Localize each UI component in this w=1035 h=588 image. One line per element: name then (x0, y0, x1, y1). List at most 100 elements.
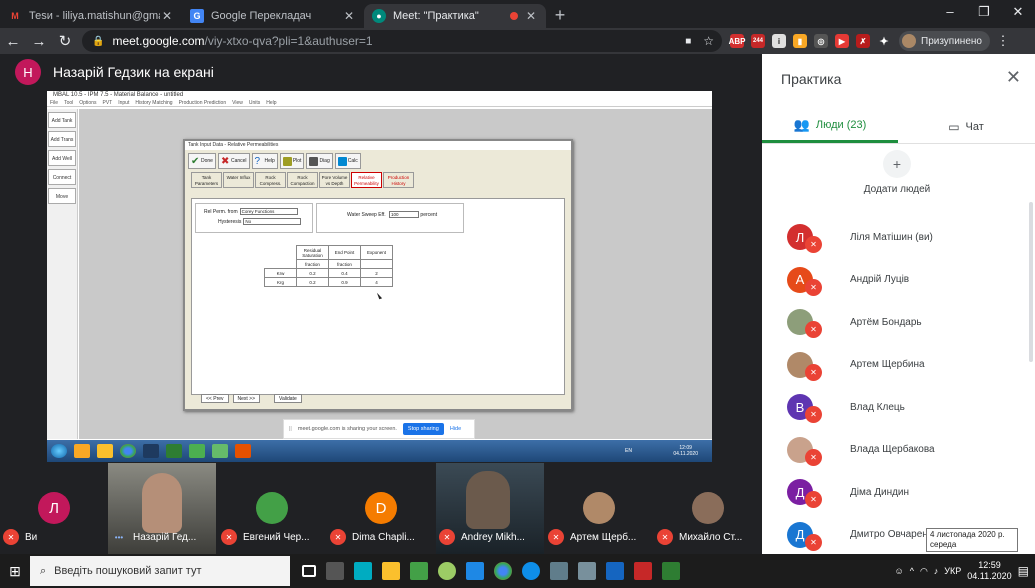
participant-tile[interactable]: ✕ Евгений Чер... (218, 463, 326, 554)
participant-tile[interactable]: D ✕ Dima Chapli... (327, 463, 435, 554)
volume-icon[interactable]: ♪ (934, 566, 939, 576)
tile-name: Евгений Чер... (243, 531, 310, 543)
close-icon[interactable]: ✕ (160, 9, 174, 23)
chrome-icon[interactable] (494, 562, 512, 580)
chevron-up-icon[interactable]: ^ (910, 566, 914, 576)
tile-name: Dima Chapli... (352, 531, 415, 543)
participant-name: Влада Щербакова (850, 444, 935, 456)
tab-pore-volume: Pore Volume vs Depth (319, 172, 350, 188)
cmg-icon[interactable] (354, 562, 372, 580)
close-icon[interactable]: ✕ (524, 9, 538, 23)
wifi-icon[interactable]: ◠ (920, 566, 928, 577)
app-icon[interactable] (466, 562, 484, 580)
plot-icon (282, 156, 292, 166)
mic-off-icon: ✕ (805, 363, 822, 381)
excel-icon[interactable] (662, 562, 680, 580)
tab-chat[interactable]: ▭ Чат (898, 110, 1034, 143)
person-icon[interactable]: ☺ (895, 566, 904, 576)
participant-tiles: Л ✕ Ви ••• Назарій Гед... ✕ Евгений Чер... … (0, 463, 762, 554)
lang-indicator[interactable]: УКР (944, 566, 961, 576)
help-icon: ? (254, 155, 261, 167)
task-view-icon[interactable] (302, 565, 316, 577)
tank-input-dialog: Tank Input Data - Relative Permeabilitie… (183, 139, 573, 411)
extension-badge-icon[interactable]: 244 (751, 34, 765, 48)
scrollbar[interactable] (1029, 202, 1033, 362)
mic-off-icon: ✕ (805, 491, 822, 508)
window-close-button[interactable]: ✕ (1001, 0, 1035, 24)
block-ext-icon[interactable]: ✗ (856, 34, 870, 48)
menu-icon[interactable]: ⋮ (990, 33, 1016, 49)
puzzle-icon[interactable]: ✦ (877, 34, 891, 48)
add-people-button[interactable]: + Додати людей (861, 150, 933, 195)
participant-name: Артем Щербина (850, 359, 925, 371)
new-tab-button[interactable]: + (546, 4, 574, 28)
app-icon[interactable] (438, 562, 456, 580)
tab-label: Чат (965, 120, 984, 133)
participant-tile[interactable]: Л ✕ Ви (0, 463, 108, 554)
calculator-icon[interactable] (326, 562, 344, 580)
close-icon[interactable]: ✕ (342, 9, 356, 23)
list-item[interactable]: А ✕ Андрій Луців (762, 259, 1035, 302)
star-icon[interactable]: ☆ (703, 34, 714, 48)
camera-icon[interactable]: ■ (685, 36, 691, 47)
adblock-icon[interactable]: ABP (729, 34, 745, 48)
chrome-icon (120, 444, 136, 458)
taskbar-clock[interactable]: 12:59 04.11.2020 (967, 560, 1011, 582)
menu-item: PVT (102, 100, 113, 106)
menu-item: Tool (64, 100, 74, 106)
maximize-button[interactable]: ❐ (967, 0, 1001, 24)
close-icon[interactable]: ✕ (1006, 67, 1021, 88)
address-bar[interactable]: 🔒 meet.google.com /viy-xtxo-qva?pli=1&au… (82, 30, 722, 52)
windows-start-icon[interactable]: ⊞ (0, 554, 30, 588)
youtube-ext-icon[interactable]: ▶ (835, 34, 849, 48)
app-icon[interactable] (634, 562, 652, 580)
help-button: ? Help (251, 153, 278, 169)
participant-tile[interactable]: ••• Назарій Гед... (108, 463, 216, 554)
mic-off-icon: ✕ (805, 321, 822, 338)
camera-ext-icon[interactable]: ◎ (814, 34, 828, 48)
folder-icon[interactable] (382, 562, 400, 580)
menu-item: History Matching (135, 100, 173, 106)
add-trans-button: Add Trans (48, 131, 76, 147)
list-item[interactable]: ✕ Влада Щербакова (762, 429, 1035, 472)
button-label: Plot (292, 158, 302, 164)
word-icon[interactable] (606, 562, 624, 580)
tab-gmail[interactable]: M Теsи - liliya.matishun@gmail.com ✕ (0, 4, 182, 28)
tab-translate[interactable]: G Google Перекладач ✕ (182, 4, 364, 28)
app-icon[interactable] (578, 562, 596, 580)
tab-people[interactable]: 👥 Люди (23) (762, 110, 898, 143)
participant-list: Л ✕ Ліля Матішин (ви) А ✕ Андрій Луців ✕ Артё… (762, 216, 1035, 556)
menu-item: File (50, 100, 59, 106)
taskbar-search[interactable]: ⌕ Введіть пошуковий запит тут (30, 556, 290, 586)
table-cell: 0.4 (328, 268, 361, 278)
tab-title: Теsи - liliya.matishun@gmail.com (29, 10, 160, 22)
app-icon[interactable] (410, 562, 428, 580)
bookmark-ext-icon[interactable]: ▮ (793, 34, 807, 48)
forward-button[interactable]: → (26, 33, 52, 50)
info-icon[interactable]: i (772, 34, 786, 48)
app-icon[interactable] (550, 562, 568, 580)
mic-off-icon: ✕ (805, 406, 822, 423)
list-item[interactable]: В ✕ Влад Клець (762, 386, 1035, 429)
list-item[interactable]: Л ✕ Ліля Матішин (ви) (762, 216, 1035, 259)
back-button[interactable]: ← (0, 33, 26, 50)
column-unit (360, 259, 393, 269)
notifications-icon[interactable]: ▤ (1018, 564, 1029, 578)
participant-tile[interactable]: ✕ Артем Щерб... (545, 463, 653, 554)
reload-button[interactable]: ↻ (52, 32, 78, 50)
mic-off-icon: ✕ (221, 529, 237, 545)
minimize-button[interactable]: – (933, 0, 967, 24)
validate-button: Validate (274, 394, 302, 403)
tooltip-day: середа (930, 540, 957, 549)
list-item[interactable]: ✕ Артём Бондарь (762, 301, 1035, 344)
participant-tile[interactable]: ✕ Andrey Mikh... (436, 463, 544, 554)
profile-button[interactable]: Призупинено (899, 31, 990, 51)
tab-tank-parameters: Tank Parameters (191, 172, 222, 188)
list-item[interactable]: Д ✕ Діма Диндин (762, 471, 1035, 514)
participant-tile[interactable]: ✕ Михайло Ст... (654, 463, 762, 554)
avatar: Л (38, 492, 70, 524)
avatar (902, 34, 916, 48)
tab-meet[interactable]: ● Meet: "Практика" ✕ (364, 4, 546, 28)
teamviewer-icon[interactable] (522, 562, 540, 580)
list-item[interactable]: ✕ Артем Щербина (762, 344, 1035, 387)
